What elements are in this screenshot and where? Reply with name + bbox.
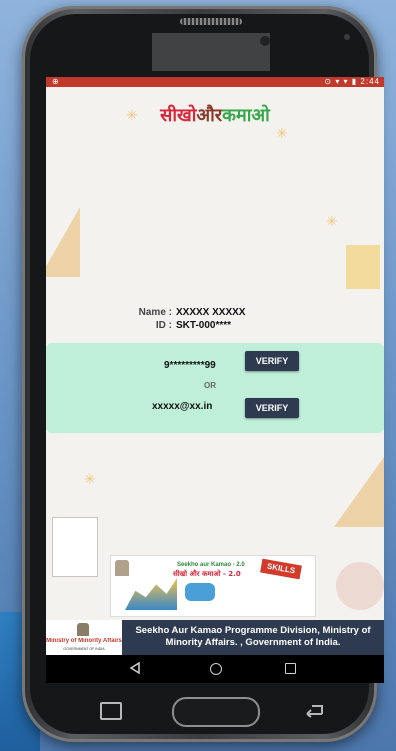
- hardware-recents-key[interactable]: [100, 702, 122, 720]
- national-emblem-icon: [115, 560, 129, 576]
- camera-redaction: [152, 33, 270, 71]
- nav-back-icon[interactable]: [130, 662, 140, 674]
- front-camera: [260, 36, 270, 46]
- logo-part-kamao: कमाओ: [222, 105, 270, 126]
- banner-title-hindi: सीखो और कमाओ - 2.0: [173, 570, 241, 578]
- programme-banner: Seekho aur Kamao - 2.0 सीखो और कमाओ - 2.…: [110, 555, 316, 617]
- sparkle-icon: ✳: [84, 471, 96, 487]
- name-value: XXXXX XXXXX: [176, 307, 246, 318]
- nav-home-icon[interactable]: [210, 663, 222, 675]
- verify-panel: 9*********99 VERIFY OR xxxxx@xx.in VERIF…: [46, 343, 384, 433]
- verify-phone-button[interactable]: VERIFY: [245, 351, 299, 371]
- email-address: xxxxx@xx.in: [152, 401, 213, 412]
- easel-decoration: [346, 245, 380, 289]
- national-emblem-icon: [77, 623, 89, 636]
- status-right-icons: ⊙ ▾ ▾ ▮ 2:44: [324, 77, 380, 86]
- phone-number: 9*********99: [164, 360, 216, 371]
- app-screen: ⊕ ⊙ ▾ ▾ ▮ 2:44 ✳ ✳ ✳ ✳ सीखोऔरकमाओ Name :…: [46, 77, 384, 655]
- circle-decoration: [336, 562, 384, 610]
- proximity-sensor: [344, 34, 350, 40]
- footer-bar: Ministry of Minority Affairs GOVERNMENT …: [46, 620, 384, 655]
- id-value: SKT-000****: [176, 320, 232, 331]
- triangle-decoration-right: [334, 457, 384, 527]
- logo-part-aur: और: [196, 105, 223, 126]
- logo-part-seekho: सीखो: [160, 105, 197, 126]
- status-left-icons: ⊕: [52, 77, 59, 86]
- app-logo: सीखोऔरकमाओ: [46, 103, 384, 127]
- banner-title-english: Seekho aur Kamao - 2.0: [177, 562, 245, 568]
- status-bar: ⊕ ⊙ ▾ ▾ ▮ 2:44: [46, 77, 384, 87]
- sparkle-icon: ✳: [276, 125, 288, 141]
- verify-email-button[interactable]: VERIFY: [245, 398, 299, 418]
- document-decoration: [52, 517, 98, 577]
- skills-tag: SKILLS: [260, 558, 302, 580]
- name-label: Name :: [138, 307, 172, 318]
- growth-figures-graphic: [125, 578, 177, 610]
- or-separator: OR: [204, 381, 216, 390]
- triangle-decoration: [46, 207, 80, 277]
- ministry-logo: Ministry of Minority Affairs GOVERNMENT …: [46, 620, 122, 655]
- learn-earn-badge: [185, 583, 215, 601]
- ministry-logo-subtitle: GOVERNMENT OF INDIA: [63, 647, 105, 651]
- footer-credit: Seekho Aur Kamao Programme Division, Min…: [135, 625, 371, 648]
- sparkle-icon: ✳: [326, 213, 338, 229]
- ministry-logo-title: Ministry of Minority Affairs: [46, 638, 122, 644]
- id-label: ID :: [155, 320, 172, 331]
- nav-recents-icon[interactable]: [285, 663, 296, 674]
- hardware-back-icon[interactable]: [302, 702, 324, 718]
- android-nav-bar: [46, 655, 384, 683]
- speaker-grille: [180, 18, 242, 25]
- hardware-home-button[interactable]: [172, 697, 260, 727]
